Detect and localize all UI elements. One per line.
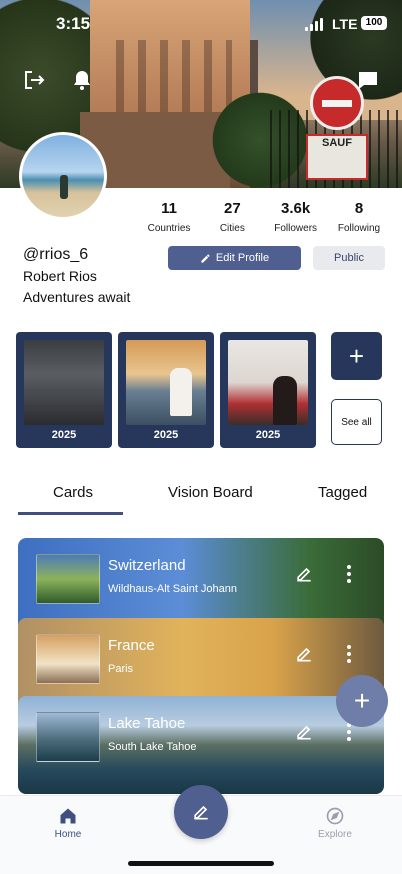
username: @rrios_6 — [23, 246, 89, 263]
content-tabs: Cards Vision Board Tagged — [0, 484, 402, 518]
stat-countries[interactable]: 11 Countries — [138, 200, 200, 234]
compass-icon — [325, 806, 345, 826]
status-time: 3:15 — [56, 14, 91, 33]
more-vertical-icon[interactable] — [342, 644, 356, 664]
active-tab-indicator — [18, 512, 123, 515]
home-icon — [58, 806, 78, 826]
highlight-year: 2025 — [153, 429, 179, 441]
stat-followers[interactable]: 3.6k Followers — [265, 200, 327, 234]
signal-icon — [305, 18, 323, 31]
logout-icon[interactable] — [22, 68, 46, 92]
highlight-year: 2025 — [255, 429, 281, 441]
battery-icon: 100 — [361, 16, 387, 30]
bell-icon[interactable] — [70, 68, 94, 92]
card-thumbnail — [36, 554, 100, 604]
highlight-card[interactable]: 2025 — [220, 332, 316, 448]
highlight-image — [24, 340, 104, 425]
edit-profile-button[interactable]: Edit Profile — [168, 246, 301, 270]
card-thumbnail — [36, 712, 100, 762]
highlight-card[interactable]: 2025 — [16, 332, 112, 448]
create-post-button[interactable] — [174, 785, 228, 839]
network-label: LTE — [332, 16, 358, 32]
bio: Adventures await — [23, 289, 131, 305]
pencil-icon[interactable] — [294, 644, 314, 664]
home-indicator — [128, 861, 274, 866]
avatar[interactable] — [19, 132, 107, 220]
pencil-icon[interactable] — [294, 564, 314, 584]
stat-following[interactable]: 8 Following — [328, 200, 390, 234]
visibility-button[interactable]: Public — [313, 246, 385, 270]
card-title: France — [108, 637, 155, 654]
card-subtitle: Paris — [108, 663, 134, 675]
cards-list: Switzerland Wildhaus-Alt Saint Johann Fr… — [18, 538, 384, 794]
tab-tagged[interactable]: Tagged — [318, 484, 367, 501]
add-highlight-button[interactable]: + — [331, 332, 382, 380]
see-all-button[interactable]: See all — [331, 399, 382, 445]
card-subtitle: Wildhaus-Alt Saint Johann — [108, 583, 238, 595]
stat-cities[interactable]: 27 Cities — [201, 200, 263, 234]
tab-cards[interactable]: Cards — [53, 484, 93, 501]
add-card-button[interactable]: + — [336, 675, 388, 727]
card-title: Lake Tahoe — [108, 715, 186, 732]
nav-home[interactable]: Home — [48, 806, 88, 840]
sauf-sign: SAUF — [306, 134, 368, 180]
tab-vision-board[interactable]: Vision Board — [168, 484, 253, 501]
nav-explore[interactable]: Explore — [312, 806, 358, 840]
highlight-image — [228, 340, 308, 425]
trip-card[interactable]: Lake Tahoe South Lake Tahoe — [18, 696, 384, 794]
status-bar: 3:15 LTE 100 — [0, 14, 402, 38]
more-vertical-icon[interactable] — [342, 564, 356, 584]
pencil-icon[interactable] — [294, 722, 314, 742]
display-name: Robert Rios — [23, 268, 97, 284]
highlight-image — [126, 340, 206, 425]
pencil-icon — [201, 253, 210, 263]
pencil-icon — [194, 805, 208, 820]
chat-icon[interactable] — [356, 68, 380, 92]
card-subtitle: South Lake Tahoe — [108, 741, 197, 753]
profile-stats: 11 Countries 27 Cities 3.6k Followers 8 … — [138, 200, 390, 234]
highlight-card[interactable]: 2025 — [118, 332, 214, 448]
card-thumbnail — [36, 634, 100, 684]
card-title: Switzerland — [108, 557, 186, 574]
highlight-year: 2025 — [51, 429, 77, 441]
